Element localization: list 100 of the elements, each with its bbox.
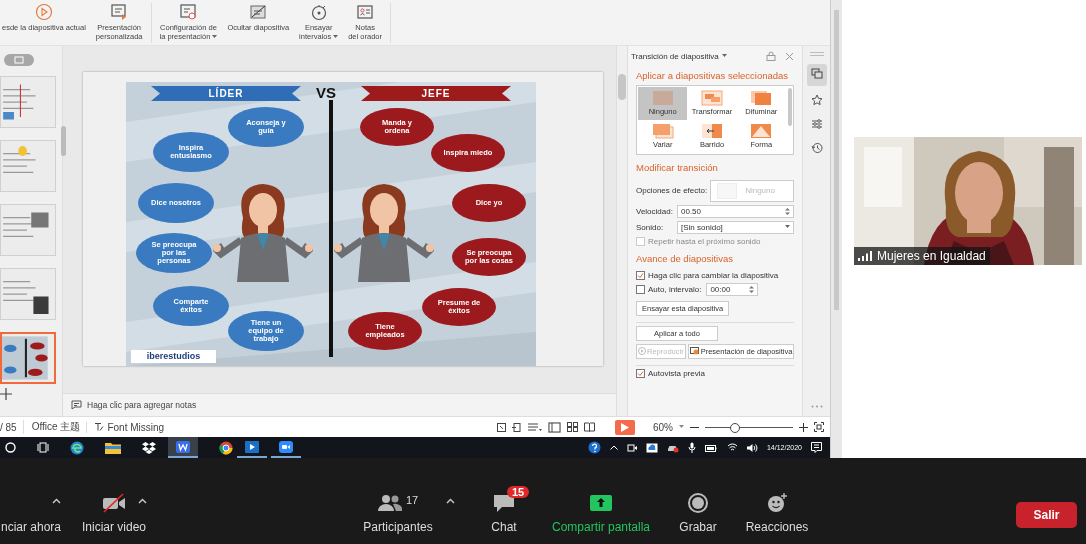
box-icon[interactable] <box>142 441 156 454</box>
people-icon <box>377 494 402 512</box>
scrollbar-thumb[interactable] <box>61 125 66 156</box>
share-button[interactable]: Compartir pantalla <box>545 484 657 534</box>
phone-icon[interactable] <box>512 422 522 432</box>
chat-button[interactable]: 15 Chat <box>476 484 532 534</box>
caret-icon <box>785 225 790 230</box>
zoom-level[interactable]: 60% <box>653 421 673 433</box>
interval-field[interactable]: 00:00 <box>706 282 759 296</box>
zoom-slider[interactable] <box>705 422 793 432</box>
star-icon[interactable] <box>810 93 823 106</box>
participants-button[interactable]: 17 Participantes <box>352 484 444 534</box>
checkbox[interactable] <box>636 368 645 378</box>
camera-icon <box>101 493 127 513</box>
grid-view-icon[interactable] <box>567 422 578 432</box>
browser-icon[interactable] <box>70 440 84 455</box>
slide-thumbnail[interactable] <box>0 267 56 320</box>
section-heading: Aplicar a diapositivas seleccionadas <box>636 69 790 81</box>
caret-icon <box>212 34 218 39</box>
panel-toggle-icon[interactable] <box>4 53 34 66</box>
transition-preview-icon <box>651 90 674 107</box>
task-view-icon[interactable] <box>37 442 49 453</box>
slideshow-play-button[interactable] <box>615 419 635 435</box>
reactions-button[interactable]: Reacciones <box>737 484 817 534</box>
share-screen-icon <box>590 495 612 511</box>
zoom-in-icon[interactable] <box>799 422 808 432</box>
participant-name: Mujeres en Igualdad <box>877 249 986 263</box>
fit-window-icon[interactable] <box>814 422 824 432</box>
speed-field[interactable]: 00.50 <box>677 204 794 218</box>
battery-icon[interactable] <box>704 443 718 452</box>
slide-counter: / 85 <box>0 421 17 433</box>
spinner-icon[interactable] <box>749 284 755 294</box>
checkbox[interactable] <box>636 284 645 294</box>
font-status[interactable]: Font Missing <box>107 421 165 433</box>
checkbox-label: Repetir hasta el próximo sonido <box>648 236 761 246</box>
microphone-icon[interactable] <box>687 442 696 453</box>
notes-placeholder[interactable]: Haga clic para agregar notas <box>87 400 197 411</box>
scrollbar-thumb[interactable] <box>788 87 792 126</box>
spinner-icon[interactable] <box>785 206 790 216</box>
mic-button[interactable]: nciar ahora <box>0 484 62 534</box>
slide-icon <box>179 3 198 21</box>
search-icon[interactable] <box>5 442 16 453</box>
taskbar-app-button[interactable] <box>168 437 198 458</box>
transition-preview-icon <box>701 90 723 107</box>
list-icon[interactable] <box>528 422 542 432</box>
field-label: Sonido: <box>636 222 665 232</box>
wifi-icon[interactable] <box>726 443 738 452</box>
slide-icon <box>110 3 129 21</box>
emoji-add-icon <box>766 493 788 513</box>
video-button[interactable]: Iniciar video <box>80 484 148 534</box>
normal-view-icon[interactable] <box>548 421 561 433</box>
chevron-up-icon[interactable] <box>52 498 61 504</box>
browser-icon[interactable] <box>219 440 233 455</box>
sound-dropdown[interactable]: [Sin sonido] <box>677 220 794 234</box>
unread-badge: 15 <box>507 486 530 498</box>
scrollbar-thumb[interactable] <box>834 10 839 310</box>
slide-thumbnail[interactable] <box>0 331 56 384</box>
notes-icon <box>71 400 82 411</box>
speaker-icon[interactable] <box>746 442 758 453</box>
caret-icon <box>333 34 339 39</box>
help-icon[interactable] <box>587 441 601 454</box>
note-view-icon[interactable] <box>497 422 506 432</box>
chevron-up-icon[interactable] <box>446 498 455 504</box>
theme-label: Office 主题 <box>22 420 81 434</box>
folder-icon[interactable] <box>105 441 121 454</box>
caret-icon[interactable] <box>721 54 727 59</box>
leave-button[interactable]: Salir <box>1016 502 1077 528</box>
scrollbar-thumb[interactable] <box>618 73 626 100</box>
reading-view-icon[interactable] <box>584 422 595 432</box>
checkbox[interactable] <box>636 270 645 280</box>
sliders-icon[interactable] <box>810 117 823 130</box>
record-icon <box>688 493 708 513</box>
section-heading: Avance de diapositivas <box>636 252 734 264</box>
chevron-up-icon[interactable] <box>138 498 147 504</box>
field-label: Velocidad: <box>636 206 674 216</box>
caret-icon[interactable] <box>679 425 684 429</box>
transition-preview-icon <box>651 123 674 140</box>
transition-preview-icon <box>701 123 723 140</box>
close-icon[interactable] <box>785 51 794 61</box>
slide-thumbnail[interactable] <box>0 139 56 192</box>
notifications-icon[interactable] <box>811 442 822 453</box>
add-slide-icon[interactable] <box>0 387 12 400</box>
document-app-icon <box>176 440 190 453</box>
record-button[interactable]: Grabar <box>670 484 726 534</box>
contact-card-icon <box>356 3 375 21</box>
lock-icon[interactable] <box>766 51 776 62</box>
participant-count: 17 <box>405 494 419 506</box>
slide-thumbnail[interactable] <box>0 75 56 128</box>
pane-title[interactable]: Transición de diapositiva <box>631 51 719 61</box>
transition-tool-button[interactable] <box>806 63 827 86</box>
stacked-windows-icon <box>810 67 823 80</box>
cloud-icon[interactable] <box>645 442 658 453</box>
projector-icon <box>689 346 700 356</box>
slide-thumbnail[interactable] <box>0 203 56 256</box>
play-icon <box>34 3 53 21</box>
font-icon <box>95 423 105 431</box>
slider-thumb[interactable] <box>730 422 741 433</box>
drag-handle-icon[interactable] <box>809 51 824 56</box>
camera-icon[interactable] <box>626 442 637 453</box>
history-icon[interactable] <box>810 141 823 154</box>
